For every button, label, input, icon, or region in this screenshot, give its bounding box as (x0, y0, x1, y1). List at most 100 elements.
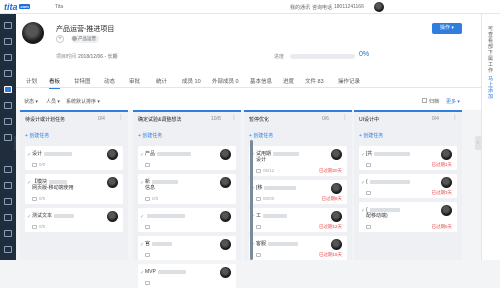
mail-icon[interactable] (4, 54, 12, 61)
approval-icon[interactable] (4, 182, 12, 189)
report-icon[interactable] (4, 166, 12, 173)
column-menu-icon[interactable]: ⋮ (118, 114, 124, 121)
assignee-avatar[interactable] (331, 239, 342, 250)
due-status: 已过期3天 (431, 190, 452, 195)
task-check-icon[interactable]: ✓ (27, 214, 31, 220)
tab-1[interactable]: 计划 (26, 77, 37, 88)
tab-5[interactable]: 审批 (129, 77, 140, 88)
tab-10[interactable]: 进度 (283, 77, 294, 88)
assignee-avatar[interactable] (441, 149, 452, 160)
user-avatar[interactable] (374, 2, 384, 12)
assignee-avatar[interactable] (107, 177, 118, 188)
task-card[interactable]: ✓ 设计 0/0 (25, 146, 123, 170)
more-dropdown[interactable]: 更多 ▾ (446, 98, 460, 105)
settings-icon[interactable] (4, 246, 12, 253)
assignee-avatar[interactable] (220, 239, 231, 250)
create-task-button[interactable]: + 创建任务 (359, 132, 383, 139)
column-title: 待设计或计划任务 (25, 117, 66, 123)
task-check-icon[interactable]: ✓ (27, 180, 31, 186)
task-card[interactable]: ✓ 官 (138, 236, 236, 260)
tab-2[interactable]: 看板 (49, 77, 61, 89)
file-icon[interactable] (4, 198, 12, 205)
chart-icon[interactable] (4, 102, 12, 109)
project-icon[interactable] (4, 86, 12, 93)
sort-filter[interactable]: 系统默认排序 ▾ (66, 98, 100, 105)
assignee-avatar[interactable] (331, 183, 342, 194)
tab-12[interactable]: 操作记录 (338, 77, 360, 88)
tab-7[interactable]: 成员 10 (182, 77, 201, 88)
calendar-icon[interactable] (4, 70, 12, 77)
redacted-text (147, 213, 185, 218)
column-menu-icon[interactable]: ⋮ (342, 114, 348, 121)
assignee-avatar[interactable] (441, 177, 452, 188)
manager-tag[interactable]: 产品运营 (71, 35, 99, 43)
task-check-icon[interactable]: ✓ (140, 152, 144, 158)
add-member-button[interactable]: + (56, 35, 64, 43)
apps-icon[interactable] (4, 230, 12, 237)
column-menu-icon[interactable]: ⋮ (452, 114, 458, 121)
task-check-icon[interactable]: ✓ (140, 242, 144, 248)
tab-11[interactable]: 文件 83 (305, 77, 324, 88)
task-check-icon[interactable]: ✓ (361, 208, 365, 214)
task-check-icon[interactable]: ✓ (140, 214, 144, 220)
task-check-icon[interactable]: ✓ (140, 270, 144, 276)
home-icon[interactable] (4, 38, 12, 45)
topbar-link-contacts[interactable]: 我的通讯 (290, 4, 310, 11)
assignee-avatar[interactable] (220, 177, 231, 188)
menu-icon[interactable] (4, 22, 12, 29)
create-task-button[interactable]: + 创建任务 (249, 132, 273, 139)
add-now-link[interactable]: 马上添加 (488, 76, 494, 100)
task-card[interactable]: ✓ 客服 已过期15天 (249, 236, 347, 260)
status-filter[interactable]: 状态 ▾ (24, 98, 38, 105)
task-card[interactable]: ✓ 【模块 网页版-移动端使用 0/0 (25, 174, 123, 204)
task-card[interactable]: ✓ 新信息 0/0 (138, 174, 236, 204)
people-filter[interactable]: 人员 ▾ (46, 98, 60, 105)
workspace-name[interactable]: Tita (55, 4, 63, 10)
document-icon[interactable] (4, 118, 12, 125)
task-title: (配移动端) (366, 207, 426, 219)
assignee-avatar[interactable] (331, 149, 342, 160)
task-check-icon[interactable]: ✓ (361, 180, 365, 186)
column-menu-icon[interactable]: ⋮ (231, 114, 237, 121)
tab-4[interactable]: 动态 (104, 77, 115, 88)
task-card[interactable]: ✓ 产品 (138, 146, 236, 170)
task-icon[interactable] (4, 134, 12, 141)
task-card[interactable]: ✓ 测试文本 0/0 (25, 208, 123, 232)
task-card[interactable]: ✓ (138, 208, 236, 232)
task-card[interactable]: ✓(已过期3天 (359, 174, 457, 198)
topbar-link-hotline[interactable]: 咨询电话 (312, 4, 332, 11)
assignee-avatar[interactable] (107, 149, 118, 160)
tab-8[interactable]: 外部成员 0 (212, 77, 239, 88)
board-scrollbar[interactable] (250, 140, 253, 260)
task-check-icon[interactable]: ✓ (27, 152, 31, 158)
assignee-avatar[interactable] (220, 267, 231, 278)
archive-checkbox[interactable] (422, 98, 427, 103)
task-card[interactable]: ✓ MVP (138, 264, 236, 288)
assignee-avatar[interactable] (331, 211, 342, 222)
assignee-avatar[interactable] (107, 211, 118, 222)
star-icon[interactable]: ☆ (109, 23, 115, 31)
task-card[interactable]: ✓(配移动端) 已过期5天 (359, 202, 457, 232)
assignee-avatar[interactable] (220, 211, 231, 222)
tab-3[interactable]: 甘特图 (74, 77, 91, 88)
tab-6[interactable]: 统计 (156, 77, 167, 88)
redacted-text (264, 185, 297, 190)
task-check-icon[interactable]: ✓ (361, 152, 365, 158)
redacted-text (369, 207, 400, 212)
task-meta-text: 00/00 (263, 196, 275, 201)
operation-button[interactable]: 操作 ▾ (432, 23, 462, 34)
task-card[interactable]: ✓ 试用期 设计 05/12 已过期20天 (249, 146, 347, 176)
task-card[interactable]: ✓ [移 00/00 已过期8天 (249, 180, 347, 204)
task-title (145, 213, 205, 219)
assignee-avatar[interactable] (220, 149, 231, 160)
tita-logo[interactable]: tita .com (4, 2, 30, 12)
create-task-button[interactable]: + 创建任务 (25, 132, 49, 139)
tab-9[interactable]: 基本信息 (250, 77, 272, 88)
due-status: 已过期15天 (318, 252, 342, 257)
task-card[interactable]: ✓ [共 已过期1天 (359, 146, 457, 170)
task-check-icon[interactable]: ✓ (140, 180, 144, 186)
create-task-button[interactable]: + 创建任务 (138, 132, 162, 139)
task-card[interactable]: ✓ 工已过期12天 (249, 208, 347, 232)
team-icon[interactable] (4, 214, 12, 221)
assignee-avatar[interactable] (441, 205, 452, 216)
